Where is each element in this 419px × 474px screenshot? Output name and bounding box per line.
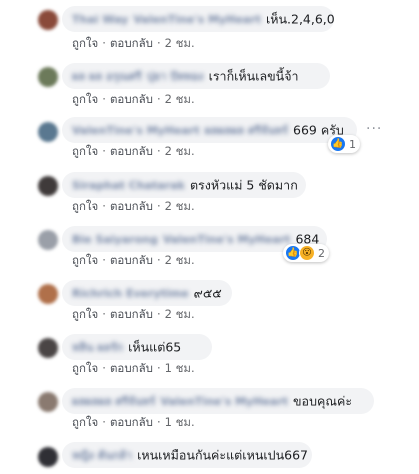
commenter-name[interactable]: ผล ผล อรุณศรี [72,70,142,83]
comment-bubble: Siraphat Chatarak ตรงหัวแม่ 5 ชัดมาก [62,172,306,198]
comment-bubble: ผล ผล อรุณศรี ปุยา ปัททอง เราก็เห็นเลขนี้จ… [62,63,330,89]
comment-text: เหนเหมือนกันค่ะแต่เหนเปน667 [137,447,308,463]
tagged-name[interactable]: ValenTine's MyHeart [133,13,261,26]
timestamp[interactable]: 2 ชม. [165,253,195,267]
timestamp[interactable]: 2 ชม. [165,307,195,321]
separator: · [156,415,161,429]
comment-actions: ถูกใจ · ตอบกลับ · 2 ชม. [72,91,195,107]
commenter-name[interactable]: ValenTine's MyHeart [72,124,200,137]
reply-link[interactable]: ตอบกลับ [110,199,153,213]
tagged-name[interactable]: ValenTine's MyHeart [160,395,288,408]
comment-actions: ถูกใจ · ตอบกลับ · 2 ชม. [72,306,195,322]
comment-text: เราก็เห็นเลขนี้จ้า [208,68,299,84]
separator: · [102,36,106,50]
reply-link[interactable]: ตอบกลับ [110,36,153,50]
tagged-name[interactable]: ValenTine's MyHeart [163,233,291,246]
commenter-name[interactable]: Bie Saiyarong [72,233,158,246]
tagged-name[interactable]: ผลผลผล ศรีจันทร์ [205,124,288,137]
reaction-count: 2 [318,246,325,260]
reply-link[interactable]: ตอบกลับ [110,144,153,158]
comment-text: เห็น.2,4,6,0 [265,11,335,27]
separator: · [102,253,106,267]
timestamp[interactable]: 2 ชม. [165,199,195,213]
avatar[interactable] [38,176,58,196]
reply-link[interactable]: ตอบกลับ [110,415,153,429]
commenter-name[interactable]: Thai Way [72,13,128,26]
like-link[interactable]: ถูกใจ [72,361,98,375]
separator: · [156,307,161,321]
avatar[interactable] [38,284,58,304]
commenter-name[interactable]: หญิง ต้นกล้า [72,449,132,462]
separator: · [156,253,161,267]
separator: · [156,199,161,213]
like-link[interactable]: ถูกใจ [72,92,98,106]
comment-bubble: Thai Way ValenTine's MyHeart เห็น.2,4,6,0 [62,6,335,32]
separator: · [156,144,161,158]
separator: · [102,199,106,213]
separator: · [102,361,106,375]
timestamp[interactable]: 2 ชม. [165,36,195,50]
comment-bubble: Richrich Everytime ๙๕๕ [62,280,232,306]
like-link[interactable]: ถูกใจ [72,253,98,267]
comment-actions: ถูกใจ · ตอบกลับ · 1 ชม. [72,414,195,430]
comment-text: ขอบคุณค่ะ [293,393,353,409]
comment-bubble: ValenTine's MyHeart ผลผลผล ศรีจันทร์ 669 ค… [62,117,357,143]
comment-actions: ถูกใจ · ตอบกลับ · 2 ชม. [72,143,195,159]
wow-reaction-icon: 😮 [299,245,315,261]
comment-actions: ถูกใจ · ตอบกลับ · 2 ชม. [72,35,195,51]
avatar[interactable] [38,447,58,467]
more-options-icon[interactable]: ··· [366,121,382,137]
separator: · [156,361,161,375]
tagged-name[interactable]: ปุยา ปัททอง [147,70,204,83]
like-link[interactable]: ถูกใจ [72,199,98,213]
timestamp[interactable]: 2 ชม. [165,92,195,106]
timestamp[interactable]: 1 ชม. [165,361,195,375]
like-reaction-icon: 👍 [330,136,346,152]
avatar[interactable] [38,10,58,30]
comment-bubble: หลิน ผลรัก เห็นแต่65 [62,334,212,360]
comment-text: ตรงหัวแม่ 5 ชัดมาก [189,177,298,193]
commenter-name[interactable]: หลิน ผลรัก [72,341,123,354]
reply-link[interactable]: ตอบกลับ [110,253,153,267]
reply-link[interactable]: ตอบกลับ [110,307,153,321]
avatar[interactable] [38,67,58,87]
separator: · [102,144,106,158]
commenter-name[interactable]: ผลผลผล ศรีจันทร์ [72,395,155,408]
like-link[interactable]: ถูกใจ [72,415,98,429]
commenter-name[interactable]: Richrich Everytime [72,287,189,300]
avatar[interactable] [38,230,58,250]
reaction-summary[interactable]: 👍 1 [328,135,360,153]
comment-actions: ถูกใจ · ตอบกลับ · 2 ชม. [72,252,195,268]
comment-actions: ถูกใจ · ตอบกลับ · 2 ชม. [72,198,195,214]
avatar[interactable] [38,392,58,412]
comment-text: ๙๕๕ [193,285,222,301]
comment-text: เห็นแต่65 [128,339,182,355]
separator: · [102,415,106,429]
separator: · [102,307,106,321]
reaction-count: 1 [349,137,356,151]
timestamp[interactable]: 1 ชม. [165,415,195,429]
like-link[interactable]: ถูกใจ [72,36,98,50]
separator: · [156,92,161,106]
separator: · [102,92,106,106]
avatar[interactable] [38,338,58,358]
reaction-summary[interactable]: 👍 😮 2 [283,244,329,262]
avatar[interactable] [38,122,58,142]
comment-bubble: ผลผลผล ศรีจันทร์ ValenTine's MyHeart ขอบคุ… [62,388,374,414]
like-link[interactable]: ถูกใจ [72,144,98,158]
commenter-name[interactable]: Siraphat Chatarak [72,179,185,192]
like-link[interactable]: ถูกใจ [72,307,98,321]
comment-actions: ถูกใจ · ตอบกลับ · 1 ชม. [72,360,195,376]
separator: · [156,36,161,50]
reply-link[interactable]: ตอบกลับ [110,92,153,106]
timestamp[interactable]: 2 ชม. [165,144,195,158]
reply-link[interactable]: ตอบกลับ [110,361,153,375]
comment-bubble: หญิง ต้นกล้า เหนเหมือนกันค่ะแต่เหนเปน667 [62,442,312,468]
